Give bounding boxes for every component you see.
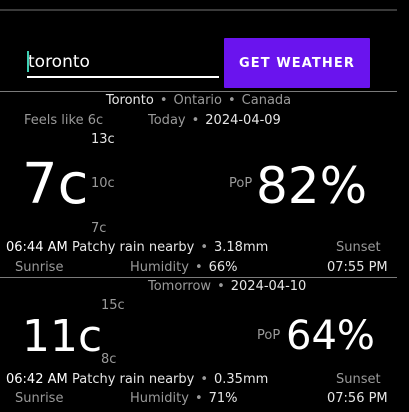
humidity-value: 66% [208,260,238,275]
condition-text: Patchy rain nearby [72,240,195,255]
precip-text: 3.18mm [214,240,269,255]
city-name: Toronto [105,93,154,108]
day-label: Today [148,113,186,128]
sunrise-time: 06:42 AM [6,372,68,387]
separator-dot: • [194,260,203,275]
pop-value: 82% [256,157,368,215]
feels-like-text: Feels like 6c [24,113,104,128]
section-divider [0,91,397,92]
input-underline [27,76,219,78]
separator-dot: • [217,279,225,294]
city-input[interactable] [27,48,219,76]
today-date-line: Today • 2024-04-09 [148,113,281,128]
precip-text: 0.35mm [214,372,269,387]
humidity-label: Humidity [130,391,189,406]
text-caret [27,51,29,72]
condition-text: Patchy rain nearby [72,372,195,387]
separator-dot: • [194,391,203,406]
humidity-value: 71% [208,391,238,406]
sunrise-time: 06:44 AM [6,240,68,255]
separator-dot: • [200,372,208,387]
day-label: Tomorrow [148,279,212,294]
low-temp: 8c [101,352,117,367]
city-search-field[interactable] [27,48,219,78]
separator-dot: • [227,93,236,108]
sunrise-label: Sunrise [15,391,64,406]
top-divider [0,9,397,11]
pop-label: PoP [257,328,281,343]
country-name: Canada [241,93,292,108]
high-temp: 15c [101,298,125,313]
separator-dot: • [191,113,200,128]
pop-label: PoP [229,176,253,191]
pop-value: 64% [286,313,375,359]
high-temp: 13c [91,132,115,147]
location-line: Toronto • Ontario • Canada [0,93,397,108]
condition-line: Patchy rain nearby • 0.35mm [72,372,268,387]
separator-dot: • [200,240,208,255]
sunset-time: 07:56 PM [327,391,388,406]
sunset-label: Sunset [336,240,381,255]
date-text: 2024-04-09 [205,113,281,128]
condition-line: Patchy rain nearby • 3.18mm [72,240,268,255]
day-divider [0,277,397,278]
separator-dot: • [159,93,168,108]
current-temp: 7c [22,152,89,217]
low-temp: 7c [91,221,107,236]
date-text: 2024-04-10 [230,279,307,294]
region-name: Ontario [173,93,222,108]
humidity-line: Humidity • 71% [130,391,238,406]
sunset-label: Sunset [336,372,381,387]
sunrise-label: Sunrise [15,260,64,275]
temp-value: 11c [22,311,103,362]
humidity-label: Humidity [130,260,189,275]
get-weather-button[interactable]: GET WEATHER [224,38,370,88]
mid-temp: 10c [91,176,115,191]
sunset-time: 07:55 PM [327,260,388,275]
humidity-line: Humidity • 66% [130,260,238,275]
tomorrow-date-line: Tomorrow • 2024-04-10 [148,279,306,294]
